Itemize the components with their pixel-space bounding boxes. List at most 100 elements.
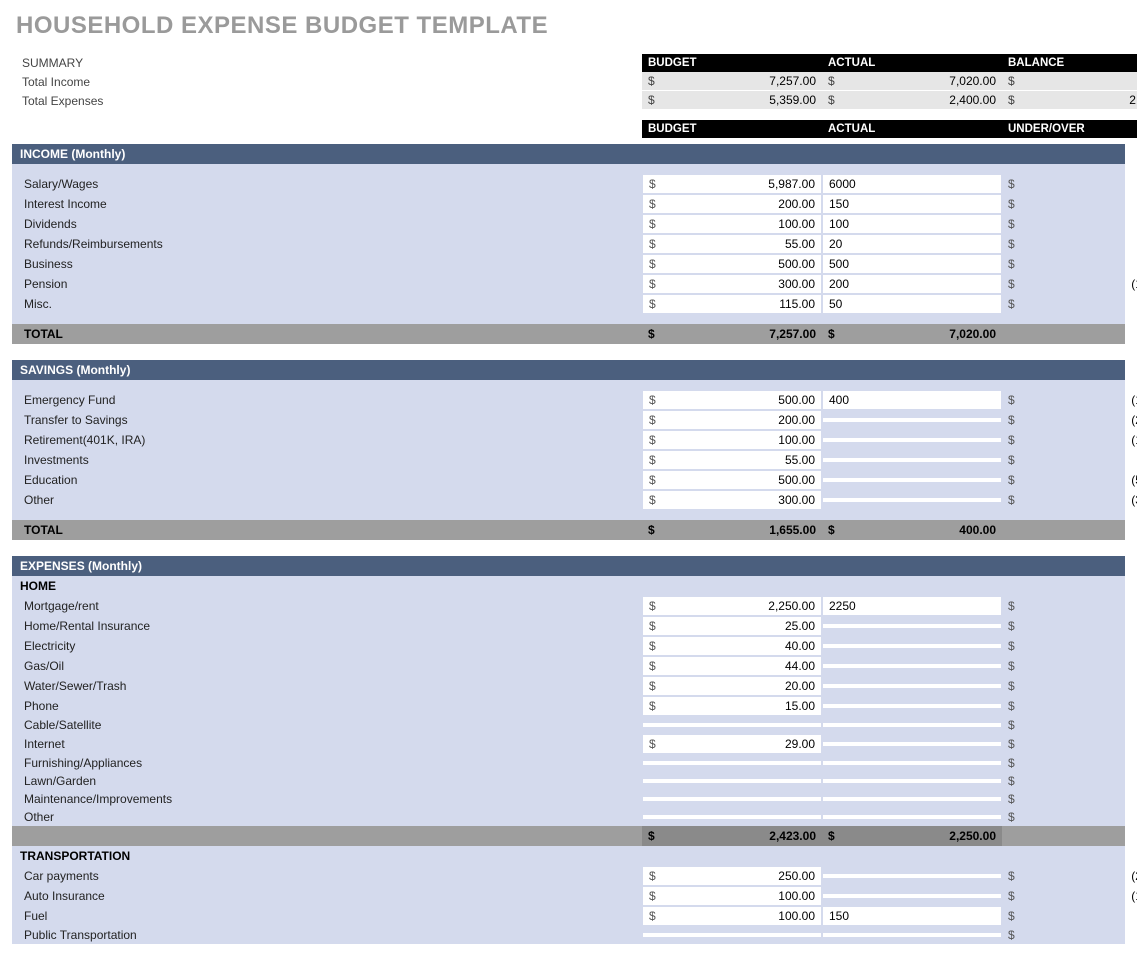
summary-expenses-balance[interactable]: $2,959.00 — [1002, 91, 1137, 110]
summary-income-balance[interactable]: $237.00 — [1002, 72, 1137, 91]
actual-cell[interactable] — [823, 438, 1001, 442]
actual-cell[interactable] — [823, 815, 1001, 819]
budget-cell[interactable]: $100.00 — [643, 907, 821, 925]
budget-cell[interactable]: $29.00 — [643, 735, 821, 753]
budget-cell[interactable] — [643, 933, 821, 937]
row-label: Transfer to Savings — [12, 411, 642, 429]
budget-cell[interactable]: $300.00 — [643, 491, 821, 509]
data-row: Car payments$250.00$(250.00) — [12, 866, 1125, 886]
budget-cell[interactable]: $200.00 — [643, 195, 821, 213]
data-row: Internet$29.00$(29.00) — [12, 734, 1125, 754]
row-label: Home/Rental Insurance — [12, 617, 642, 635]
actual-cell[interactable]: 2250 — [823, 597, 1001, 615]
expenses-body: HOMEMortgage/rent$2,250.002250$-Home/Ren… — [12, 576, 1125, 944]
budget-cell[interactable]: $115.00 — [643, 295, 821, 313]
underover-cell: $- — [1002, 597, 1137, 615]
actual-cell[interactable]: 150 — [823, 195, 1001, 213]
budget-cell[interactable] — [643, 797, 821, 801]
budget-cell[interactable]: $55.00 — [643, 235, 821, 253]
data-row: Other$- — [12, 808, 1125, 826]
actual-cell[interactable] — [823, 874, 1001, 878]
budget-cell[interactable]: $40.00 — [643, 637, 821, 655]
actual-cell[interactable] — [823, 761, 1001, 765]
underover-cell: $(65.00) — [1002, 295, 1137, 313]
data-row: Refunds/Reimbursements$55.0020$(35.00) — [12, 234, 1125, 254]
actual-cell[interactable] — [823, 894, 1001, 898]
row-label: Salary/Wages — [12, 175, 642, 193]
actual-cell[interactable] — [823, 644, 1001, 648]
actual-cell[interactable]: 400 — [823, 391, 1001, 409]
underover-cell: $- — [1002, 926, 1137, 944]
summary-income-budget[interactable]: $7,257.00 — [642, 72, 822, 91]
data-row: Pension$300.00200$(100.00) — [12, 274, 1125, 294]
budget-cell[interactable]: $5,987.00 — [643, 175, 821, 193]
actual-cell[interactable] — [823, 458, 1001, 462]
section-total: TOTAL$7,257.00$7,020.00 — [12, 324, 1125, 344]
underover-cell: $- — [1002, 754, 1137, 772]
summary-expenses-actual[interactable]: $2,400.00 — [822, 91, 1002, 110]
actual-cell[interactable]: 20 — [823, 235, 1001, 253]
actual-cell[interactable]: 50 — [823, 295, 1001, 313]
data-row: Business$500.00500$- — [12, 254, 1125, 274]
sub-section-header: HOME — [12, 576, 1125, 596]
row-label: Mortgage/rent — [12, 597, 642, 615]
summary-expenses-row: Total Expenses $5,359.00 $2,400.00 $2,95… — [12, 91, 1125, 110]
data-row: Mortgage/rent$2,250.002250$- — [12, 596, 1125, 616]
actual-cell[interactable] — [823, 933, 1001, 937]
budget-cell[interactable]: $100.00 — [643, 215, 821, 233]
row-label: Water/Sewer/Trash — [12, 677, 642, 695]
summary-income-actual[interactable]: $7,020.00 — [822, 72, 1002, 91]
budget-cell[interactable]: $44.00 — [643, 657, 821, 675]
budget-cell[interactable]: $100.00 — [643, 887, 821, 905]
underover-cell: $(500.00) — [1002, 471, 1137, 489]
budget-cell[interactable]: $2,250.00 — [643, 597, 821, 615]
budget-cell[interactable] — [643, 761, 821, 765]
actual-cell[interactable] — [823, 797, 1001, 801]
actual-cell[interactable]: 100 — [823, 215, 1001, 233]
actual-cell[interactable] — [823, 498, 1001, 502]
column-headers: BUDGET ACTUAL UNDER/OVER — [12, 120, 1125, 138]
budget-cell[interactable]: $300.00 — [643, 275, 821, 293]
actual-cell[interactable]: 6000 — [823, 175, 1001, 193]
budget-cell[interactable] — [643, 779, 821, 783]
actual-cell[interactable] — [823, 779, 1001, 783]
underover-cell: $- — [1002, 716, 1137, 734]
row-label: Gas/Oil — [12, 657, 642, 675]
budget-cell[interactable]: $500.00 — [643, 255, 821, 273]
row-label: Emergency Fund — [12, 391, 642, 409]
actual-cell[interactable] — [823, 624, 1001, 628]
budget-cell[interactable]: $55.00 — [643, 451, 821, 469]
budget-cell[interactable]: $25.00 — [643, 617, 821, 635]
budget-cell[interactable]: $15.00 — [643, 697, 821, 715]
budget-cell[interactable]: $250.00 — [643, 867, 821, 885]
actual-cell[interactable] — [823, 664, 1001, 668]
budget-cell[interactable]: $100.00 — [643, 431, 821, 449]
summary-expenses-budget[interactable]: $5,359.00 — [642, 91, 822, 110]
underover-cell: $(20.00) — [1002, 677, 1137, 695]
row-label: Lawn/Garden — [12, 772, 642, 790]
actual-cell[interactable] — [823, 418, 1001, 422]
actual-cell[interactable] — [823, 704, 1001, 708]
row-label: Education — [12, 471, 642, 489]
actual-cell[interactable]: 200 — [823, 275, 1001, 293]
data-row: Home/Rental Insurance$25.00$(25.00) — [12, 616, 1125, 636]
actual-cell[interactable] — [823, 684, 1001, 688]
row-label: Misc. — [12, 295, 642, 313]
budget-cell[interactable] — [643, 815, 821, 819]
section-body: Emergency Fund$500.00400$(100.00)Transfe… — [12, 380, 1125, 520]
actual-cell[interactable] — [823, 742, 1001, 746]
budget-cell[interactable] — [643, 723, 821, 727]
actual-cell[interactable] — [823, 478, 1001, 482]
budget-cell[interactable]: $500.00 — [643, 391, 821, 409]
budget-cell[interactable]: $20.00 — [643, 677, 821, 695]
col-budget: BUDGET — [642, 120, 822, 138]
actual-cell[interactable]: 500 — [823, 255, 1001, 273]
actual-cell[interactable]: 150 — [823, 907, 1001, 925]
actual-cell[interactable] — [823, 723, 1001, 727]
budget-cell[interactable]: $500.00 — [643, 471, 821, 489]
underover-cell: $(250.00) — [1002, 867, 1137, 885]
section-bar: EXPENSES (Monthly) — [12, 556, 1125, 576]
budget-cell[interactable]: $200.00 — [643, 411, 821, 429]
data-row: Public Transportation$- — [12, 926, 1125, 944]
row-label: Phone — [12, 697, 642, 715]
